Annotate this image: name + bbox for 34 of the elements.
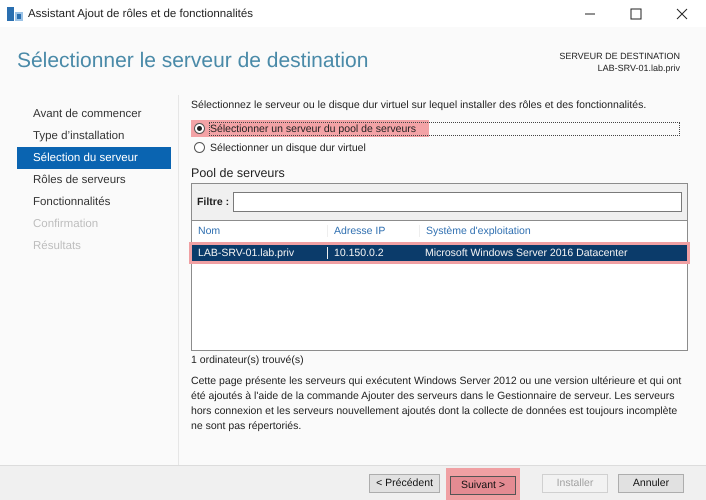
maximize-icon[interactable] xyxy=(630,8,642,20)
radio-button[interactable] xyxy=(194,123,205,134)
step-item[interactable]: Sélection du serveur xyxy=(17,147,171,169)
wizard-button[interactable]: Annuler xyxy=(618,474,684,492)
column-header[interactable]: Système d'exploitation xyxy=(419,225,531,237)
step-item[interactable]: Avant de commencer xyxy=(17,103,171,125)
option-label: Sélectionner un serveur du pool de serveurs xyxy=(210,122,679,134)
destination-label: SERVEUR DE DESTINATION xyxy=(559,50,680,62)
table-cell: 10.150.0.2 xyxy=(327,247,419,259)
radio-button[interactable] xyxy=(194,142,205,153)
step-item[interactable]: Type d’installation xyxy=(17,125,171,147)
table-cell-text: LAB-SRV-01.lab.priv xyxy=(197,247,296,259)
description-text: Cette page présente les serveurs qui exécutent Windows Server 2012 ou une version ultérieure et qui ont été ajoutés à l'aide de la commande Ajouter des serveurs dans le Gestionnaire de serveur. Les serveurs hors connexion et les serveurs nouvellement ajoutés dont la collecte de données est toujours incomplète ne sont pas répertoriés. xyxy=(191,374,682,434)
wizard-button[interactable]: Suivant > xyxy=(450,476,516,494)
pool-title: Pool de serveurs xyxy=(191,166,286,180)
step-item[interactable]: Rôles de serveurs xyxy=(17,169,171,191)
app-icon xyxy=(7,6,23,20)
step-item[interactable]: Fonctionnalités xyxy=(17,191,171,213)
column-header[interactable]: Adresse IP xyxy=(327,225,419,237)
option-label: Sélectionner un disque dur virtuel xyxy=(210,142,366,154)
table-row[interactable]: LAB-SRV-01.lab.priv 10.150.0.2 Microsoft Windows Server 2016 Datacenter xyxy=(192,245,687,261)
close-icon[interactable] xyxy=(676,8,688,20)
radio-option[interactable]: Sélectionner un disque dur virtuel xyxy=(191,139,679,156)
table-cell-text: Microsoft Windows Server 2016 Datacenter xyxy=(424,247,628,259)
column-header[interactable]: Nom xyxy=(192,225,327,237)
result-count: 1 ordinateur(s) trouvé(s) xyxy=(191,354,305,366)
filter-label: Filtre : xyxy=(197,196,230,208)
page-title: Sélectionner le serveur de destination xyxy=(17,49,368,73)
filter-field[interactable] xyxy=(233,192,682,212)
window-title: Assistant Ajout de rôles et de fonctionnalités xyxy=(28,8,254,20)
radio-option[interactable]: Sélectionner un serveur du pool de serveurs xyxy=(191,120,679,137)
destination-server: LAB-SRV-01.lab.priv xyxy=(598,62,680,74)
wizard-button[interactable]: < Précédent xyxy=(369,474,440,492)
instruction-text: Sélectionnez le serveur ou le disque dur virtuel sur lequel installer des rôles et des fonctionnalités. xyxy=(191,99,648,111)
